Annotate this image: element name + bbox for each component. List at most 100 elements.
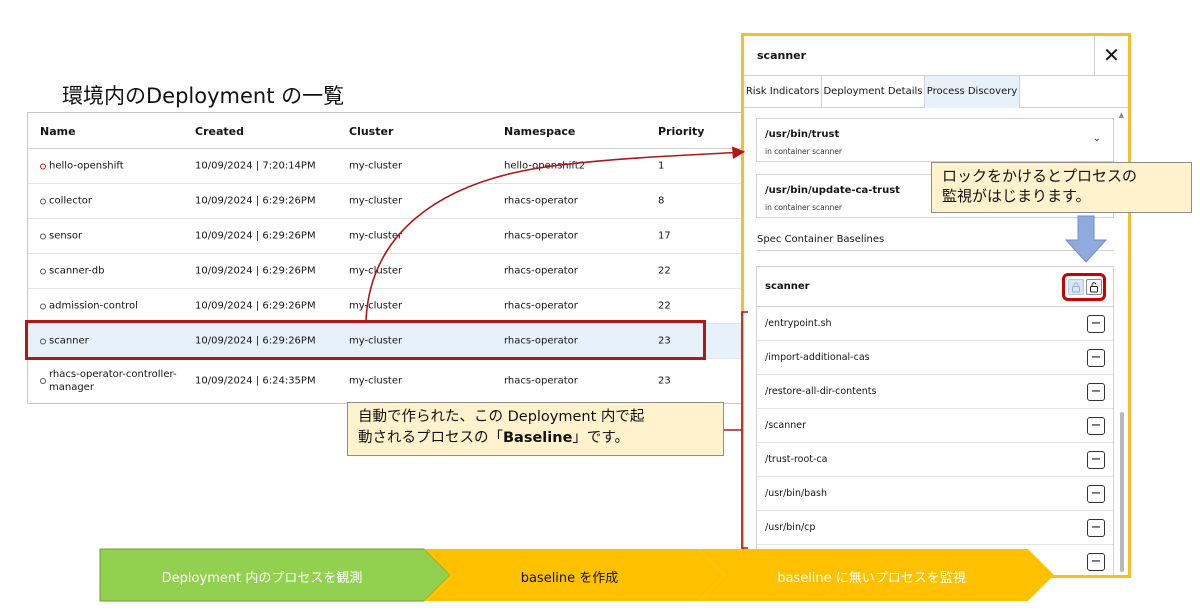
status-circle-icon [40, 163, 46, 169]
column-header-namespace[interactable]: Namespace [504, 125, 575, 138]
baseline-process-row: /trust-root-ca − [757, 443, 1113, 477]
deployment-detail-panel: scanner ✕ Risk Indicators Deployment Det… [741, 33, 1131, 578]
chevron-down-icon[interactable]: ⌄ [1093, 133, 1101, 144]
created-cell: 10/09/2024 | 6:29:26PM [195, 230, 316, 242]
baseline-callout: 自動で作られた、この Deployment 内で起 動されるプロセスの「Base… [347, 402, 724, 456]
baseline-process-row: /usr/bin/cp − [757, 511, 1113, 545]
process-path: /usr/bin/update-ca-trust [765, 185, 900, 196]
flow-step-1-label: Deployment 内のプロセスを観測 [161, 571, 363, 586]
lock-toggle-group [1062, 273, 1106, 301]
cluster-cell: my-cluster [349, 375, 403, 387]
close-button[interactable]: ✕ [1094, 36, 1128, 76]
remove-process-button[interactable]: − [1087, 417, 1105, 435]
section-title: 環境内のDeployment の一覧 [62, 84, 345, 108]
deployment-name[interactable]: collector [40, 195, 180, 208]
baseline-process-path: /import-additional-cas [765, 352, 870, 363]
scroll-up-icon[interactable]: ▲ [1119, 111, 1124, 119]
remove-process-button[interactable]: − [1087, 553, 1105, 571]
baseline-process-row: /usr/bin/bash − [757, 477, 1113, 511]
baseline-process-path: /entrypoint.sh [765, 318, 832, 329]
table-row[interactable]: collector 10/09/2024 | 6:29:26PM my-clus… [28, 184, 749, 219]
status-circle-icon [40, 233, 46, 239]
cluster-cell: my-cluster [349, 300, 403, 312]
process-path: /usr/bin/trust [765, 129, 840, 140]
column-header-created[interactable]: Created [195, 125, 244, 138]
baseline-process-row: /import-additional-cas − [757, 341, 1113, 375]
baseline-process-row: /entrypoint.sh − [757, 307, 1113, 341]
tab-process-discovery[interactable]: Process Discovery [925, 76, 1020, 108]
remove-process-button[interactable]: − [1087, 519, 1105, 537]
lock-icon[interactable] [1086, 279, 1102, 295]
column-header-name[interactable]: Name [40, 125, 76, 138]
scrollbar-thumb[interactable] [1120, 412, 1124, 572]
table-row[interactable]: sensor 10/09/2024 | 6:29:26PM my-cluster… [28, 219, 749, 254]
unlock-icon[interactable] [1068, 279, 1084, 295]
divider [757, 250, 1114, 251]
cluster-cell: my-cluster [349, 265, 403, 277]
process-card[interactable]: /usr/bin/trust in container scanner ⌄ [756, 118, 1114, 162]
status-circle-icon [40, 378, 46, 384]
cluster-cell: my-cluster [349, 230, 403, 242]
priority-cell: 22 [658, 265, 671, 277]
status-circle-icon [40, 303, 46, 309]
created-cell: 10/09/2024 | 7:20:14PM [195, 160, 316, 172]
cluster-cell: my-cluster [349, 160, 403, 172]
remove-process-button[interactable]: − [1087, 383, 1105, 401]
created-cell: 10/09/2024 | 6:24:35PM [195, 375, 316, 387]
baseline-header: scanner [757, 267, 1113, 307]
panel-header: scanner ✕ [744, 36, 1128, 76]
cluster-cell: my-cluster [349, 195, 403, 207]
baseline-process-path: /usr/bin/cp [765, 522, 816, 533]
panel-title: scanner [757, 49, 807, 62]
namespace-cell: rhacs-operator [504, 265, 578, 277]
namespace-cell: rhacs-operator [504, 375, 578, 387]
baseline-process-path: /trust-root-ca [765, 454, 828, 465]
table-row[interactable]: hello-openshift 10/09/2024 | 7:20:14PM m… [28, 149, 749, 184]
baseline-card: scanner /entrypoint.sh − /import-additio… [756, 266, 1114, 575]
table-row[interactable]: admission-control 10/09/2024 | 6:29:26PM… [28, 289, 749, 324]
selected-row-highlight [25, 320, 706, 360]
process-container: in container scanner [765, 203, 842, 212]
flow-step-3-label: baseline に無いプロセスを監視 [777, 571, 966, 586]
deployment-name[interactable]: admission-control [40, 300, 180, 313]
column-header-cluster[interactable]: Cluster [349, 125, 393, 138]
status-circle-icon [40, 198, 46, 204]
process-container: in container scanner [765, 147, 842, 156]
tab-deployment-details[interactable]: Deployment Details [822, 76, 925, 108]
lock-callout: ロックをかけるとプロセスの 監視がはじまります。 [931, 162, 1192, 213]
baseline-process-row: /restore-all-dir-contents − [757, 375, 1113, 409]
namespace-cell: rhacs-operator [504, 300, 578, 312]
remove-process-button[interactable]: − [1087, 485, 1105, 503]
column-header-priority[interactable]: Priority [658, 125, 704, 138]
created-cell: 10/09/2024 | 6:29:26PM [195, 195, 316, 207]
priority-cell: 22 [658, 300, 671, 312]
flow-step-2-label: baseline を作成 [520, 571, 619, 586]
baseline-process-path: /restore-all-dir-contents [765, 386, 877, 397]
remove-process-button[interactable]: − [1087, 315, 1105, 333]
deployment-table: Name Created Cluster Namespace Priority … [27, 112, 750, 404]
panel-tabs: Risk Indicators Deployment Details Proce… [744, 76, 1128, 108]
spec-container-baselines-label: Spec Container Baselines [757, 234, 885, 245]
status-circle-icon [40, 268, 46, 274]
baseline-process-path: /scanner [765, 420, 806, 431]
remove-process-button[interactable]: − [1087, 451, 1105, 469]
remove-process-button[interactable]: − [1087, 349, 1105, 367]
priority-cell: 1 [658, 160, 665, 172]
tab-risk-indicators[interactable]: Risk Indicators [744, 76, 822, 108]
namespace-cell: rhacs-operator [504, 195, 578, 207]
deployment-name[interactable]: scanner-db [40, 265, 180, 278]
priority-cell: 8 [658, 195, 665, 207]
deployment-name[interactable]: hello-openshift [40, 160, 180, 173]
baseline-process-path: /usr/bin/bash [765, 488, 827, 499]
table-row[interactable]: scanner-db 10/09/2024 | 6:29:26PM my-clu… [28, 254, 749, 289]
priority-cell: 17 [658, 230, 671, 242]
priority-cell: 23 [658, 375, 671, 387]
created-cell: 10/09/2024 | 6:29:26PM [195, 265, 316, 277]
deployment-name[interactable]: sensor [40, 230, 180, 243]
namespace-cell: hello-openshift2 [504, 160, 586, 172]
table-row[interactable]: rhacs-operator-controller-manager 10/09/… [28, 359, 749, 403]
created-cell: 10/09/2024 | 6:29:26PM [195, 300, 316, 312]
baseline-process-row: /scanner − [757, 409, 1113, 443]
table-header: Name Created Cluster Namespace Priority [28, 113, 749, 149]
deployment-name[interactable]: rhacs-operator-controller-manager [40, 368, 180, 394]
